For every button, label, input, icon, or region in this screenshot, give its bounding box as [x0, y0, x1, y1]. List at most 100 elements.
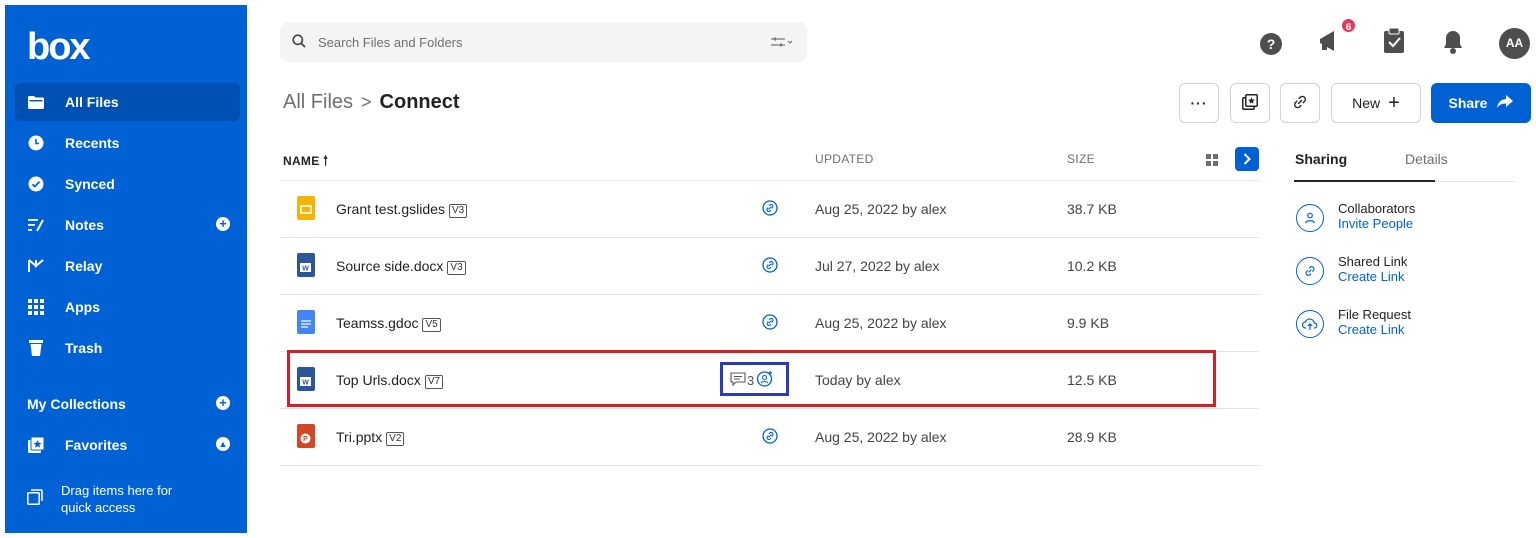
- copy-shared-link-button[interactable]: [1280, 83, 1320, 123]
- file-name[interactable]: Source side.docx V3: [336, 258, 466, 275]
- file-name[interactable]: Grant test.gslides V3: [336, 201, 468, 218]
- upload-cloud-icon: [1296, 310, 1324, 338]
- svg-text:?: ?: [1267, 36, 1276, 52]
- sidebar-item-notes[interactable]: Notes +: [15, 206, 240, 244]
- more-options-button[interactable]: ···: [1179, 83, 1219, 123]
- check-circle-icon: [27, 175, 45, 193]
- table-row[interactable]: Grant test.gslides V3 Aug 25, 2022 by ale…: [280, 181, 1259, 237]
- sidebar-item-favorites[interactable]: Favorites ▲: [15, 426, 240, 464]
- shared-link-icon[interactable]: [762, 428, 778, 449]
- updated-cell: Aug 25, 2022 by alex: [815, 315, 947, 331]
- plus-icon: +: [1388, 92, 1400, 114]
- sidebar-item-label: Trash: [65, 340, 103, 356]
- file-request-title: File Request: [1338, 307, 1411, 322]
- docx-icon: W: [297, 253, 315, 277]
- tasks-icon[interactable]: [1383, 27, 1405, 59]
- favorites-icon: [27, 436, 45, 454]
- my-collections-header[interactable]: My Collections +: [15, 385, 240, 423]
- updated-cell: Jul 27, 2022 by alex: [815, 258, 940, 274]
- share-button[interactable]: Share: [1431, 83, 1531, 123]
- drag-hint: Drag items here for quick access: [27, 482, 172, 516]
- link-icon: [1296, 257, 1324, 285]
- size-cell: 38.7 KB: [1067, 201, 1117, 217]
- announcements-megaphone-icon[interactable]: [1318, 28, 1344, 59]
- size-cell: 28.9 KB: [1067, 429, 1117, 445]
- sidebar-item-recents[interactable]: Recents: [15, 124, 240, 162]
- file-name-text: Tri.pptx: [336, 429, 383, 445]
- invite-people-link[interactable]: Invite People: [1338, 216, 1413, 231]
- add-to-collection-button[interactable]: [1230, 83, 1270, 123]
- link-icon: [1292, 94, 1308, 113]
- breadcrumb: All Files > Connect: [283, 91, 460, 114]
- toggle-sidebar-chevron-icon[interactable]: [1235, 147, 1259, 171]
- updated-cell: Aug 25, 2022 by alex: [815, 201, 947, 217]
- search-filter-icon[interactable]: [771, 35, 793, 50]
- sidebar-item-synced[interactable]: Synced: [15, 165, 240, 203]
- share-button-label: Share: [1448, 95, 1488, 111]
- breadcrumb-root[interactable]: All Files: [283, 91, 353, 114]
- sidebar-item-relay[interactable]: Relay: [15, 247, 240, 285]
- sidebar-item-all-files[interactable]: All Files: [15, 83, 240, 121]
- version-badge[interactable]: V3: [447, 261, 466, 275]
- create-shared-link[interactable]: Create Link: [1338, 269, 1404, 284]
- gdoc-icon: [297, 310, 315, 334]
- table-row[interactable]: Teamss.gdoc V5 Aug 25, 2022 by alex 9.9 K…: [280, 295, 1259, 351]
- shared-link-icon[interactable]: [762, 257, 778, 278]
- highlight-box-blue: [720, 362, 789, 396]
- shared-link-icon[interactable]: [762, 200, 778, 221]
- gslides-icon: [297, 196, 315, 220]
- version-badge[interactable]: V3: [448, 204, 468, 218]
- user-avatar[interactable]: AA: [1499, 28, 1530, 59]
- svg-text:W: W: [302, 266, 309, 273]
- drag-hint-line2: quick access: [61, 500, 136, 515]
- sidebar-item-label: Favorites: [65, 437, 128, 453]
- add-collection-icon[interactable]: +: [216, 396, 230, 410]
- breadcrumb-separator: >: [361, 92, 372, 112]
- sidebar-item-label: Recents: [65, 135, 120, 151]
- column-header-updated[interactable]: UPDATED: [815, 152, 874, 166]
- sidebar-item-label: Relay: [65, 258, 103, 274]
- sidebar-item-label: Notes: [65, 217, 104, 233]
- search-bar[interactable]: Search Files and Folders: [280, 22, 807, 62]
- notifications-bell-icon[interactable]: [1443, 30, 1463, 59]
- add-note-icon[interactable]: +: [216, 217, 230, 231]
- file-name-text: Teamss.gdoc: [336, 315, 419, 331]
- create-file-request-link[interactable]: Create Link: [1338, 322, 1404, 337]
- apps-grid-icon: [27, 298, 45, 316]
- collaborator-icon: [1296, 204, 1324, 232]
- tab-details[interactable]: Details: [1405, 151, 1448, 167]
- search-input[interactable]: Search Files and Folders: [318, 35, 463, 50]
- sidebar-item-label: Synced: [65, 176, 115, 192]
- sidebar-item-label: Apps: [65, 299, 100, 315]
- grid-view-icon[interactable]: [1206, 153, 1218, 171]
- size-cell: 9.9 KB: [1067, 315, 1110, 331]
- trash-icon: [27, 339, 45, 357]
- column-header-name[interactable]: NAME 🠑: [283, 152, 328, 174]
- sidebar-item-trash[interactable]: Trash: [15, 329, 240, 367]
- breadcrumb-current: Connect: [379, 91, 460, 113]
- svg-text:P: P: [303, 436, 308, 443]
- new-button-label: New: [1352, 95, 1381, 111]
- file-name[interactable]: Tri.pptx V2: [336, 429, 405, 446]
- version-badge[interactable]: V5: [422, 318, 441, 332]
- file-name-text: Source side.docx: [336, 258, 444, 274]
- drag-hint-line1: Drag items here for: [61, 483, 173, 498]
- clock-icon: [27, 134, 45, 152]
- tab-sharing[interactable]: Sharing: [1295, 151, 1347, 167]
- box-logo[interactable]: box: [27, 27, 91, 67]
- file-name[interactable]: Teamss.gdoc V5: [336, 315, 441, 332]
- chevron-up-icon[interactable]: ▲: [216, 437, 230, 451]
- help-icon[interactable]: ?: [1260, 33, 1282, 60]
- shared-link-icon[interactable]: [762, 314, 778, 335]
- new-button[interactable]: New +: [1331, 83, 1421, 123]
- table-row[interactable]: W Source side.docx V3 Jul 27, 2022 by ale…: [280, 238, 1259, 294]
- sidebar-item-apps[interactable]: Apps: [15, 288, 240, 326]
- table-row[interactable]: P Tri.pptx V2 Aug 25, 2022 by alex 28.9 K…: [280, 409, 1259, 465]
- size-cell: 10.2 KB: [1067, 258, 1117, 274]
- version-badge[interactable]: V2: [386, 432, 405, 446]
- collection-star-icon: [1242, 93, 1258, 113]
- column-header-size[interactable]: SIZE: [1067, 152, 1095, 166]
- file-name-text: Grant test.gslides: [336, 201, 445, 217]
- relay-icon: [27, 257, 45, 275]
- sidebar-item-label: All Files: [65, 94, 119, 110]
